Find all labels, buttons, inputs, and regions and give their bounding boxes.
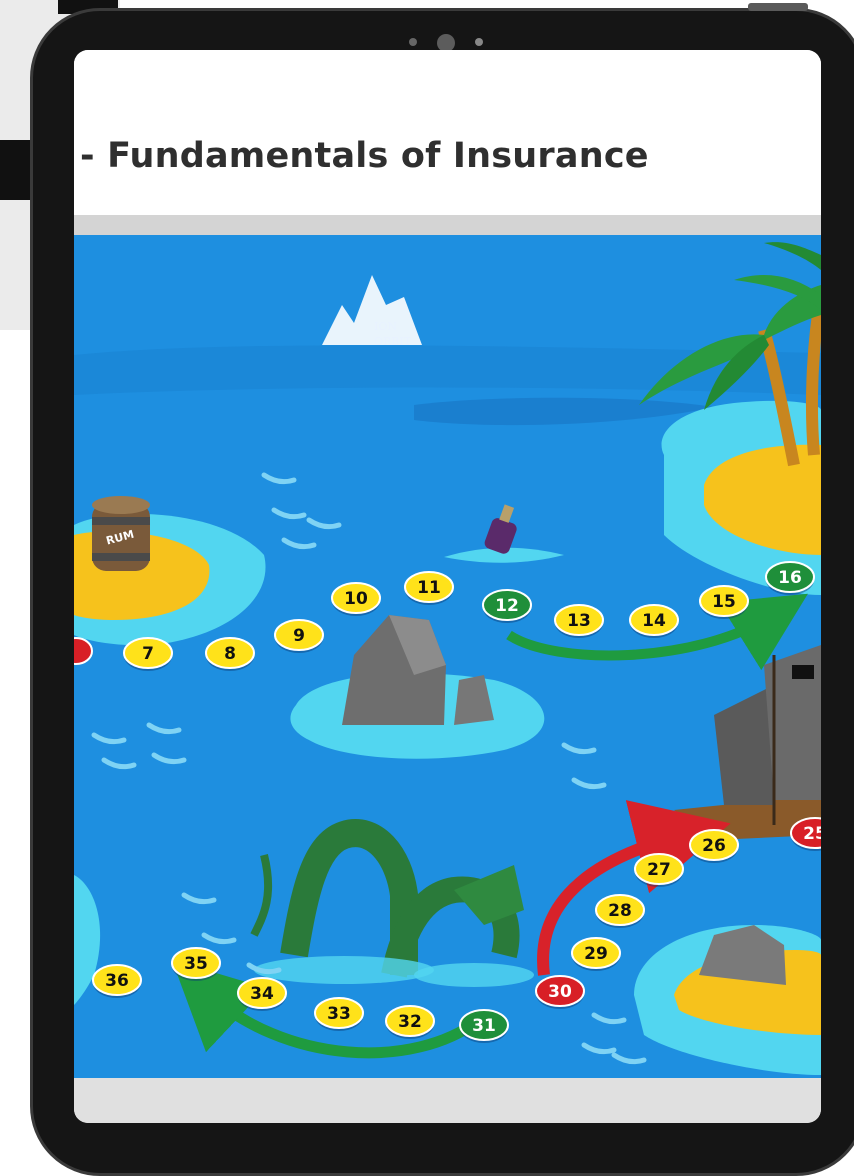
board-tile-28: 28 xyxy=(595,894,645,928)
game-board: ION ORBIT RUM 7 8 9 10 11 12 13 14 15 16… xyxy=(74,235,821,1078)
board-tile-label: 8 xyxy=(224,644,236,664)
divider-band xyxy=(74,215,821,237)
board-tile-label: 13 xyxy=(567,611,591,631)
board-tile-11: 11 xyxy=(404,571,454,605)
board-tile-label: 26 xyxy=(702,836,726,856)
page-header: - Fundamentals of Insurance xyxy=(74,50,821,215)
board-tile-26: 26 xyxy=(689,829,739,863)
board-tile-31: 31 xyxy=(459,1009,509,1043)
board-tile-9: 9 xyxy=(274,619,324,653)
board-tile-29: 29 xyxy=(571,937,621,971)
board-tile-label: 25 xyxy=(803,824,821,844)
board-tile-33: 33 xyxy=(314,997,364,1031)
board-tile-13: 13 xyxy=(554,604,604,638)
board-tile-27: 27 xyxy=(634,853,684,887)
board-tile-34: 34 xyxy=(237,977,287,1011)
board-tile-label: 14 xyxy=(642,611,666,631)
board-tile-32: 32 xyxy=(385,1005,435,1039)
board-tile-label: 10 xyxy=(344,589,368,609)
tablet-screen: - Fundamentals of Insurance ION ORBIT RU… xyxy=(74,50,821,1123)
svg-text:ION: ION xyxy=(374,320,397,333)
board-tile-14: 14 xyxy=(629,604,679,638)
board-tile-7: 7 xyxy=(123,637,173,671)
board-tile-30: 30 xyxy=(535,975,585,1009)
board-tile-12: 12 xyxy=(482,589,532,623)
game-board-canvas: ION ORBIT RUM 7 8910111213 1415162526272… xyxy=(74,235,821,1078)
board-tile-label: 12 xyxy=(495,596,519,616)
board-tile-10: 10 xyxy=(331,582,381,616)
board-tile-label: 15 xyxy=(712,592,736,612)
board-tile-35: 35 xyxy=(171,947,221,981)
svg-text:ORBIT: ORBIT xyxy=(374,335,412,348)
board-tile-label: 11 xyxy=(417,578,441,598)
pirate-flag-icon xyxy=(792,665,814,679)
board-tile-16: 16 xyxy=(765,561,815,595)
board-tile-label: 27 xyxy=(647,860,671,880)
board-tile-label: 32 xyxy=(398,1012,422,1032)
board-tile-label: 29 xyxy=(584,944,608,964)
board-tile-label: 9 xyxy=(293,626,305,646)
board-tile-label: 33 xyxy=(327,1004,351,1024)
board-tile-label: 35 xyxy=(184,954,208,974)
board-tile-8: 8 xyxy=(205,637,255,671)
board-tile-36: 36 xyxy=(92,964,142,998)
tablet-side-button xyxy=(748,3,808,11)
board-tile-label: 30 xyxy=(548,982,572,1002)
board-tile-label: 7 xyxy=(142,644,154,664)
camera-icon xyxy=(409,34,489,52)
board-tile-label: 36 xyxy=(105,971,129,991)
bottom-band xyxy=(74,1078,821,1123)
board-tile-label: 16 xyxy=(778,568,802,588)
page-title: - Fundamentals of Insurance xyxy=(80,136,649,176)
board-tile-15: 15 xyxy=(699,585,749,619)
board-tile-label: 34 xyxy=(250,984,274,1004)
board-tile-label: 31 xyxy=(472,1016,496,1036)
board-tile-label: 28 xyxy=(608,901,632,921)
